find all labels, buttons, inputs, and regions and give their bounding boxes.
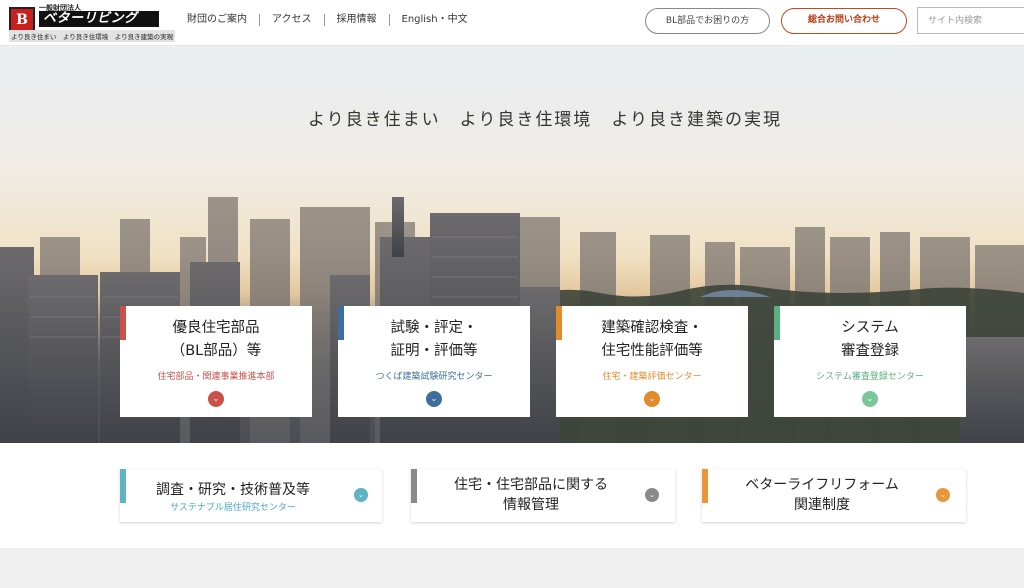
card-title: ベターライフリフォーム 関連制度 — [690, 475, 954, 515]
chevron-down-icon[interactable]: ⌄ — [644, 391, 660, 407]
card-title-line: 審査登録 — [841, 343, 899, 359]
card-subtitle: 住宅・建築評価センター — [602, 372, 702, 382]
card-title-line: 優良住宅部品 — [172, 320, 260, 336]
hero-tagline: より良き住まい より良き住環境 より良き建築の実現 — [308, 110, 782, 130]
card-title: 住宅・住宅部品に関する 情報管理 — [399, 475, 663, 515]
card-subtitle: サステナブル居住研究センター — [170, 503, 296, 513]
nav-english[interactable]: English・中文 — [388, 14, 480, 26]
card-bl-parts[interactable]: 優良住宅部品 （BL部品）等 住宅部品・関連事業推進本部 ⌄ — [120, 306, 312, 417]
card-title: 試験・評定・ 証明・評価等 — [338, 317, 530, 363]
site-logo[interactable]: B 一般財団法人 ベターリビング より良き住まい より良き住環境 より良き建築の… — [9, 3, 176, 42]
card-accent-bar — [556, 306, 562, 340]
chevron-down-icon[interactable]: ⌄ — [208, 391, 224, 407]
card-title-line: 証明・評価等 — [390, 343, 478, 359]
site-header: B 一般財団法人 ベターリビング より良き住まい より良き住環境 より良き建築の… — [0, 0, 1024, 46]
card-subtitle: システム審査登録センター — [816, 372, 924, 382]
logo-tagline: より良き住まい より良き住環境 より良き建築の実現 — [9, 30, 176, 42]
card-title-line: ベターライフリフォーム — [745, 477, 899, 493]
nav-access[interactable]: アクセス — [259, 14, 324, 26]
contact-button[interactable]: 総合お問い合わせ — [781, 8, 907, 34]
bl-help-button[interactable]: BL部品でお困りの方 — [645, 8, 770, 34]
card-title: システム 審査登録 — [774, 317, 966, 363]
card-title-line: 住宅性能評価等 — [601, 343, 703, 359]
card-title: 調査・研究・技術普及等 — [156, 482, 310, 498]
card-testing[interactable]: 試験・評定・ 証明・評価等 つくば建築試験研究センター ⌄ — [338, 306, 530, 417]
card-title-line: 関連制度 — [794, 497, 850, 513]
card-accent-bar — [338, 306, 344, 340]
site-search-input[interactable] — [917, 7, 1024, 34]
logo-name: ベターリビング — [39, 11, 159, 27]
main-nav: 財団のご案内 アクセス 採用情報 English・中文 — [182, 14, 480, 26]
chevron-down-icon[interactable]: ⌄ — [645, 488, 659, 502]
nav-about[interactable]: 財団のご案内 — [182, 14, 259, 26]
card-subtitle: 住宅部品・関連事業推進本部 — [157, 372, 275, 382]
chevron-down-icon[interactable]: ⌄ — [936, 488, 950, 502]
nav-recruit[interactable]: 採用情報 — [323, 14, 389, 26]
chevron-down-icon[interactable]: ⌄ — [862, 391, 878, 407]
card-title-line: 情報管理 — [503, 497, 559, 513]
card-building-inspection[interactable]: 建築確認検査・ 住宅性能評価等 住宅・建築評価センター ⌄ — [556, 306, 748, 417]
card-title-line: 試験・評定・ — [390, 320, 478, 336]
card-research[interactable]: 調査・研究・技術普及等 サステナブル居住研究センター ⌄ — [120, 469, 382, 522]
card-title: 建築確認検査・ 住宅性能評価等 — [556, 317, 748, 363]
card-better-life-reform[interactable]: ベターライフリフォーム 関連制度 ⌄ — [702, 469, 966, 522]
card-system-registration[interactable]: システム 審査登録 システム審査登録センター ⌄ — [774, 306, 966, 417]
chevron-down-icon[interactable]: ⌄ — [354, 488, 368, 502]
card-title-line: システム — [841, 320, 899, 336]
card-information-management[interactable]: 住宅・住宅部品に関する 情報管理 ⌄ — [411, 469, 675, 522]
card-title-line: （BL部品）等 — [170, 343, 262, 359]
card-title-line: 住宅・住宅部品に関する — [454, 477, 608, 493]
card-subtitle: つくば建築試験研究センター — [375, 372, 493, 382]
card-title: 優良住宅部品 （BL部品）等 — [120, 317, 312, 363]
card-accent-bar — [774, 306, 780, 340]
chevron-down-icon[interactable]: ⌄ — [426, 391, 442, 407]
card-accent-bar — [120, 306, 126, 340]
card-title-line: 建築確認検査・ — [601, 320, 703, 336]
